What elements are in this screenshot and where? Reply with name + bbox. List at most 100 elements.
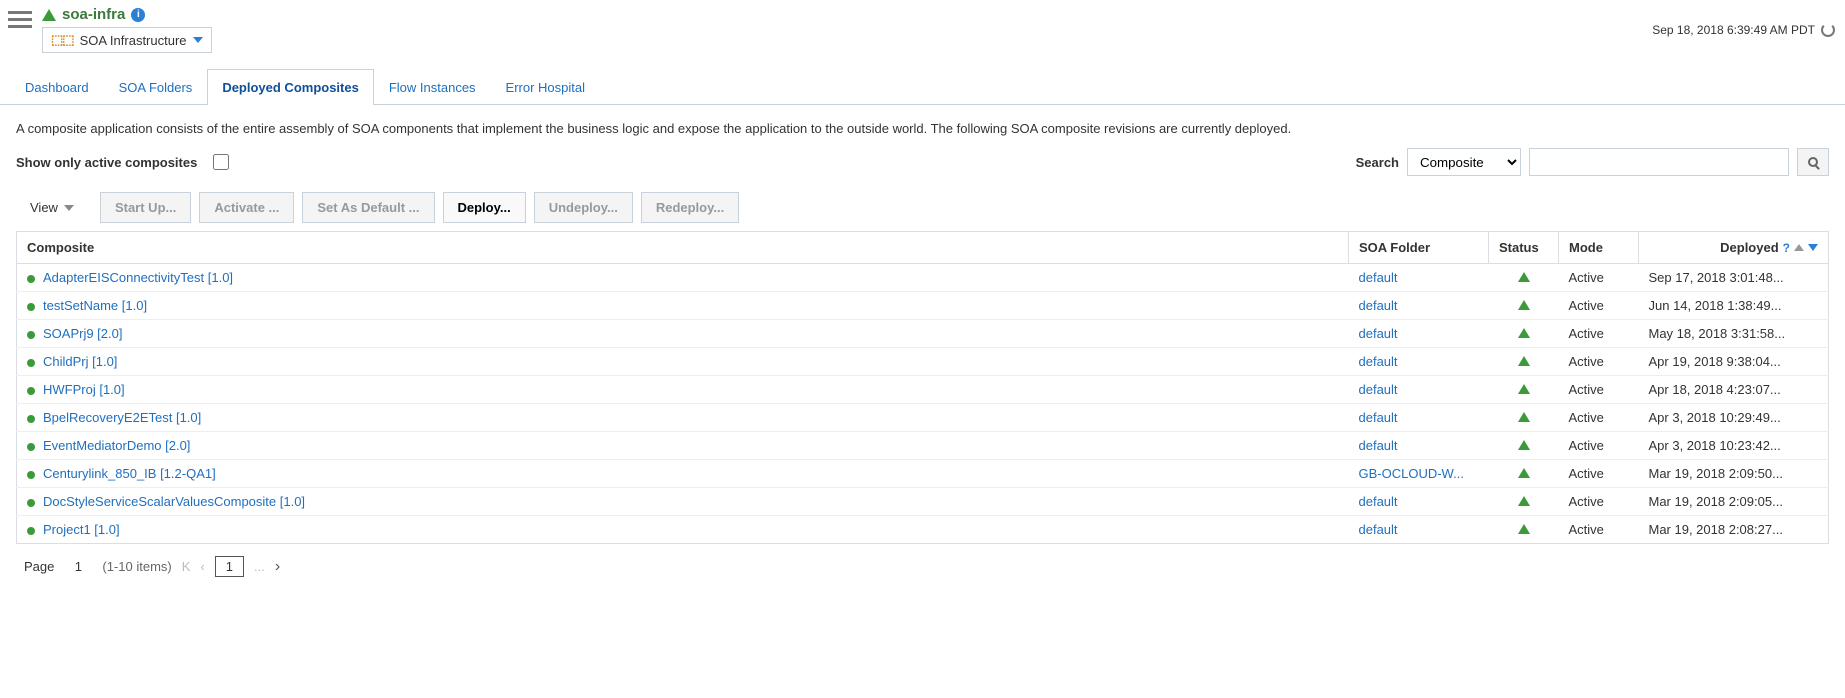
deploy-button[interactable]: Deploy... bbox=[443, 192, 526, 223]
search-button[interactable] bbox=[1797, 148, 1829, 176]
tab-flow-instances[interactable]: Flow Instances bbox=[374, 69, 491, 105]
search-icon bbox=[1808, 157, 1818, 167]
table-row[interactable]: ChildPrj [1.0] default ActiveApr 19, 2018 … bbox=[17, 348, 1829, 376]
deployed-cell: Apr 19, 2018 9:38:04... bbox=[1639, 348, 1829, 376]
show-only-label: Show only active composites bbox=[16, 155, 197, 170]
mode-cell: Active bbox=[1559, 516, 1639, 544]
status-dot-icon bbox=[27, 443, 35, 451]
mode-cell: Active bbox=[1559, 460, 1639, 488]
chevron-down-icon bbox=[64, 205, 74, 211]
mode-cell: Active bbox=[1559, 320, 1639, 348]
description-text: A composite application consists of the … bbox=[16, 121, 1829, 136]
folder-link[interactable]: default bbox=[1359, 382, 1398, 397]
pager-label: Page bbox=[24, 559, 54, 574]
folder-link[interactable]: default bbox=[1359, 354, 1398, 369]
mode-cell: Active bbox=[1559, 432, 1639, 460]
folder-link[interactable]: GB-OCLOUD-W... bbox=[1359, 466, 1464, 481]
setdefault-button[interactable]: Set As Default ... bbox=[302, 192, 434, 223]
table-row[interactable]: testSetName [1.0]defaultActiveJun 14, 20… bbox=[17, 292, 1829, 320]
col-mode[interactable]: Mode bbox=[1559, 232, 1639, 264]
search-input[interactable] bbox=[1529, 148, 1789, 176]
composite-link[interactable]: EventMediatorDemo [2.0] bbox=[43, 438, 190, 453]
col-deployed[interactable]: Deployed ? bbox=[1639, 232, 1829, 264]
status-up-icon bbox=[1518, 496, 1530, 506]
composite-link[interactable]: ChildPrj [1.0] bbox=[43, 354, 117, 369]
folder-link[interactable]: default bbox=[1359, 298, 1398, 313]
composite-link[interactable]: BpelRecoveryE2ETest [1.0] bbox=[43, 410, 201, 425]
show-only-checkbox[interactable] bbox=[213, 154, 229, 170]
table-row[interactable]: Centurylink_850_IB [1.2-QA1] GB-OCLOUD-W.… bbox=[17, 460, 1829, 488]
help-icon[interactable]: ? bbox=[1783, 241, 1790, 255]
deployed-cell: Mar 19, 2018 2:09:05... bbox=[1639, 488, 1829, 516]
status-up-icon bbox=[1518, 300, 1530, 310]
col-composite[interactable]: Composite bbox=[17, 232, 1349, 264]
deployed-cell: Apr 18, 2018 4:23:07... bbox=[1639, 376, 1829, 404]
activate-button[interactable]: Activate ... bbox=[199, 192, 294, 223]
refresh-icon[interactable] bbox=[1821, 23, 1835, 37]
pager-prev[interactable]: ‹ bbox=[200, 559, 204, 574]
deployed-cell: May 18, 2018 3:31:58... bbox=[1639, 320, 1829, 348]
infra-label: SOA Infrastructure bbox=[80, 33, 187, 48]
pager-first[interactable]: K bbox=[182, 559, 191, 574]
status-up-icon bbox=[1518, 384, 1530, 394]
pager-next[interactable]: › bbox=[275, 558, 280, 576]
infra-icon: ⬚⬚ bbox=[51, 32, 74, 48]
mode-cell: Active bbox=[1559, 348, 1639, 376]
folder-link[interactable]: default bbox=[1359, 270, 1398, 285]
status-dot-icon bbox=[27, 387, 35, 395]
status-dot-icon bbox=[27, 275, 35, 283]
status-dot-icon bbox=[27, 527, 35, 535]
folder-link[interactable]: default bbox=[1359, 522, 1398, 537]
page-title: soa-infra bbox=[62, 6, 125, 23]
status-up-icon bbox=[1518, 328, 1530, 338]
mode-cell: Active bbox=[1559, 264, 1639, 292]
tab-dashboard[interactable]: Dashboard bbox=[10, 69, 104, 105]
tab-error-hospital[interactable]: Error Hospital bbox=[491, 69, 600, 105]
pager-page: 1 bbox=[64, 559, 92, 574]
table-row[interactable]: Project1 [1.0]defaultActiveMar 19, 2018 … bbox=[17, 516, 1829, 544]
table-row[interactable]: EventMediatorDemo [2.0]defaultActiveApr … bbox=[17, 432, 1829, 460]
col-folder[interactable]: SOA Folder bbox=[1349, 232, 1489, 264]
composite-link[interactable]: Project1 [1.0] bbox=[43, 522, 120, 537]
status-up-icon bbox=[1518, 468, 1530, 478]
infra-menu[interactable]: ⬚⬚ SOA Infrastructure bbox=[42, 27, 212, 53]
status-up-icon bbox=[1518, 356, 1530, 366]
composite-link[interactable]: testSetName [1.0] bbox=[43, 298, 147, 313]
status-dot-icon bbox=[27, 499, 35, 507]
deployed-cell: Apr 3, 2018 10:29:49... bbox=[1639, 404, 1829, 432]
folder-link[interactable]: default bbox=[1359, 410, 1398, 425]
nav-menu-icon[interactable] bbox=[6, 6, 34, 32]
folder-link[interactable]: default bbox=[1359, 326, 1398, 341]
timestamp: Sep 18, 2018 6:39:49 AM PDT bbox=[1652, 23, 1815, 37]
view-menu[interactable]: View bbox=[26, 194, 78, 221]
startup-button[interactable]: Start Up... bbox=[100, 192, 191, 223]
info-icon[interactable]: i bbox=[131, 8, 145, 22]
status-dot-icon bbox=[27, 359, 35, 367]
composite-link[interactable]: Centurylink_850_IB [1.2-QA1] bbox=[43, 466, 216, 481]
composite-link[interactable]: DocStyleServiceScalarValuesComposite [1.… bbox=[43, 494, 305, 509]
folder-link[interactable]: default bbox=[1359, 494, 1398, 509]
status-dot-icon bbox=[27, 303, 35, 311]
undeploy-button[interactable]: Undeploy... bbox=[534, 192, 633, 223]
deployed-cell: Jun 14, 2018 1:38:49... bbox=[1639, 292, 1829, 320]
table-row[interactable]: AdapterEISConnectivityTest [1.0] default A… bbox=[17, 264, 1829, 292]
composite-link[interactable]: AdapterEISConnectivityTest [1.0] bbox=[43, 270, 233, 285]
status-dot-icon bbox=[27, 331, 35, 339]
chevron-down-icon bbox=[193, 37, 203, 43]
composite-link[interactable]: SOAPrj9 [2.0] bbox=[43, 326, 122, 341]
status-up-icon bbox=[1518, 272, 1530, 282]
col-status[interactable]: Status bbox=[1489, 232, 1559, 264]
composite-link[interactable]: HWFProj [1.0] bbox=[43, 382, 125, 397]
folder-link[interactable]: default bbox=[1359, 438, 1398, 453]
redeploy-button[interactable]: Redeploy... bbox=[641, 192, 739, 223]
table-row[interactable]: BpelRecoveryE2ETest [1.0]defaultActiveAp… bbox=[17, 404, 1829, 432]
table-row[interactable]: DocStyleServiceScalarValuesComposite [1.… bbox=[17, 488, 1829, 516]
tab-deployed-composites[interactable]: Deployed Composites bbox=[207, 69, 374, 105]
sort-desc-icon[interactable] bbox=[1808, 244, 1818, 251]
table-row[interactable]: HWFProj [1.0]defaultActiveApr 18, 2018 4… bbox=[17, 376, 1829, 404]
tab-soa-folders[interactable]: SOA Folders bbox=[104, 69, 208, 105]
pager-current: 1 bbox=[215, 556, 244, 577]
search-type-select[interactable]: Composite bbox=[1407, 148, 1521, 176]
sort-asc-icon[interactable] bbox=[1794, 244, 1804, 251]
table-row[interactable]: SOAPrj9 [2.0] default ActiveMay 18, 2018 3… bbox=[17, 320, 1829, 348]
